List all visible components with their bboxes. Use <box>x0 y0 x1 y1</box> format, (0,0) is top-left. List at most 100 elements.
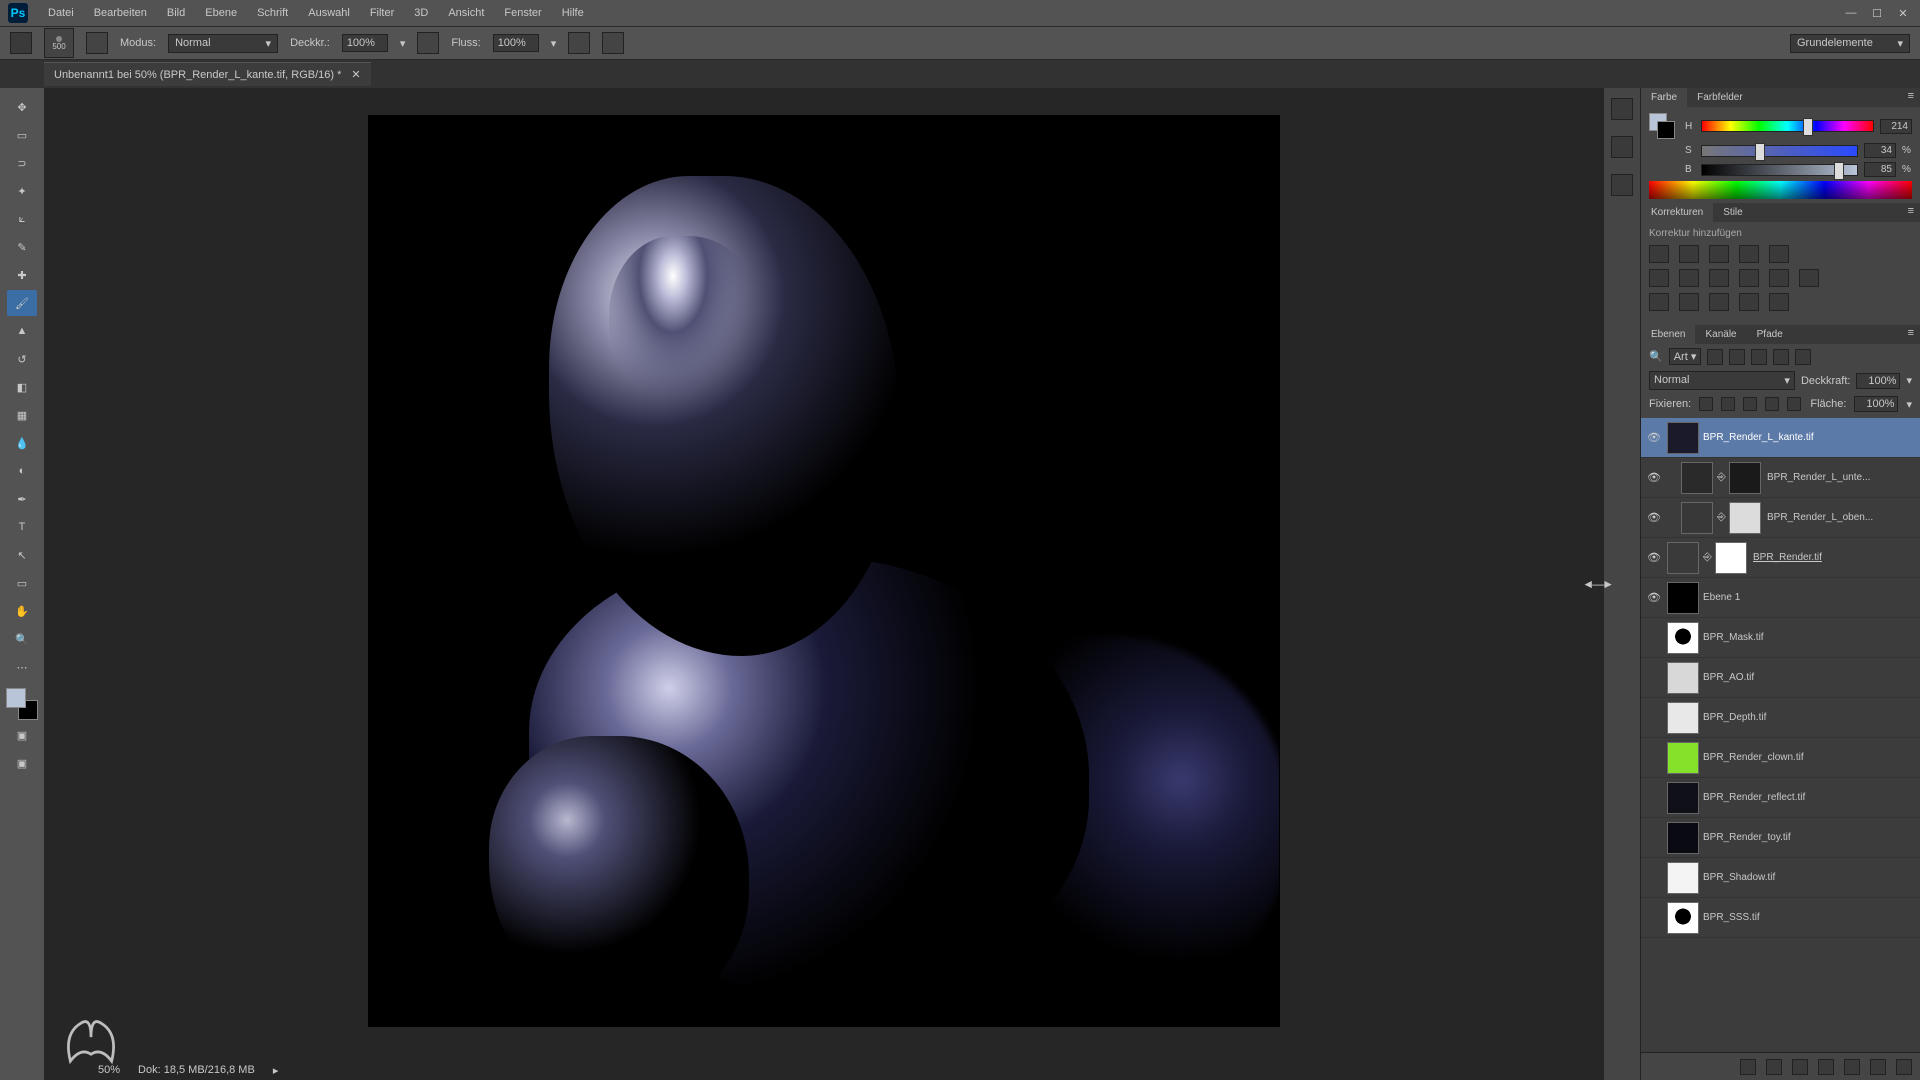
visibility-toggle[interactable] <box>1645 869 1663 887</box>
menu-bearbeiten[interactable]: Bearbeiten <box>84 3 157 23</box>
layer-filter-select[interactable]: Art ▾ <box>1669 348 1702 365</box>
posterize-icon[interactable] <box>1679 293 1699 311</box>
lock-pixels-icon[interactable] <box>1721 397 1735 411</box>
new-layer-icon[interactable] <box>1870 1059 1886 1075</box>
lock-all-icon[interactable] <box>1787 397 1801 411</box>
tab-kanaele[interactable]: Kanäle <box>1695 325 1746 344</box>
airbrush-toggle[interactable] <box>568 32 590 54</box>
layer-row[interactable]: BPR_AO.tif <box>1641 658 1920 698</box>
invert-icon[interactable] <box>1649 293 1669 311</box>
marquee-tool[interactable]: ▭ <box>7 122 37 148</box>
visibility-toggle[interactable] <box>1645 709 1663 727</box>
panel-menu-icon[interactable]: ≡ <box>1902 325 1920 344</box>
document-tab[interactable]: Unbenannt1 bei 50% (BPR_Render_L_kante.t… <box>44 62 371 86</box>
tab-farbe[interactable]: Farbe <box>1641 88 1687 107</box>
layer-row[interactable]: 👁⎆BPR_Render_L_oben... <box>1641 498 1920 538</box>
brush-preset-picker[interactable]: 500 <box>44 28 74 58</box>
lock-artboard-icon[interactable] <box>1765 397 1779 411</box>
tab-stile[interactable]: Stile <box>1713 203 1752 222</box>
status-arrow-icon[interactable]: ▸ <box>273 1064 279 1077</box>
link-layers-icon[interactable] <box>1740 1059 1756 1075</box>
document-canvas[interactable] <box>369 116 1279 1026</box>
layer-name[interactable]: BPR_Render_L_kante.tif <box>1703 432 1916 443</box>
layer-thumbnail[interactable] <box>1681 502 1713 534</box>
brightness-slider[interactable] <box>1701 164 1858 176</box>
menu-schrift[interactable]: Schrift <box>247 3 298 23</box>
panel-menu-icon[interactable]: ≡ <box>1902 203 1920 222</box>
crop-tool[interactable]: ⟀ <box>7 206 37 232</box>
layer-thumbnail[interactable] <box>1667 862 1699 894</box>
tab-farbfelder[interactable]: Farbfelder <box>1687 88 1753 107</box>
quick-mask-icon[interactable]: ▣ <box>7 722 37 748</box>
layer-name[interactable]: BPR_Render.tif <box>1753 552 1916 563</box>
layer-name[interactable]: BPR_Render_reflect.tif <box>1703 792 1916 803</box>
layer-name[interactable]: BPR_Render_clown.tif <box>1703 752 1916 763</box>
hand-tool[interactable]: ✋ <box>7 598 37 624</box>
visibility-toggle[interactable]: 👁 <box>1645 509 1663 527</box>
move-tool[interactable]: ✥ <box>7 94 37 120</box>
layer-name[interactable]: BPR_Mask.tif <box>1703 632 1916 643</box>
layer-mask-icon[interactable] <box>1792 1059 1808 1075</box>
hue-value[interactable]: 214 <box>1880 119 1912 134</box>
lock-transparency-icon[interactable] <box>1699 397 1713 411</box>
character-panel-icon[interactable] <box>1611 174 1633 196</box>
zoom-tool[interactable]: 🔍 <box>7 626 37 652</box>
path-tool[interactable]: ↖ <box>7 542 37 568</box>
saturation-slider[interactable] <box>1701 145 1858 157</box>
color-ramp[interactable] <box>1649 181 1912 199</box>
layer-thumbnail[interactable] <box>1667 542 1699 574</box>
selective-color-icon[interactable] <box>1769 293 1789 311</box>
visibility-toggle[interactable]: 👁 <box>1645 589 1663 607</box>
layer-row[interactable]: BPR_Render_reflect.tif <box>1641 778 1920 818</box>
channel-mixer-icon[interactable] <box>1769 269 1789 287</box>
menu-hilfe[interactable]: Hilfe <box>552 3 594 23</box>
visibility-toggle[interactable]: 👁 <box>1645 549 1663 567</box>
brightness-value[interactable]: 85 <box>1864 162 1896 177</box>
gradient-tool[interactable]: ▦ <box>7 402 37 428</box>
layer-thumbnail[interactable] <box>1681 462 1713 494</box>
layer-fill-input[interactable]: 100% <box>1854 396 1898 412</box>
menu-auswahl[interactable]: Auswahl <box>298 3 360 23</box>
layer-thumbnail[interactable] <box>1667 742 1699 774</box>
layer-name[interactable]: BPR_AO.tif <box>1703 672 1916 683</box>
visibility-toggle[interactable]: 👁 <box>1645 469 1663 487</box>
layer-row[interactable]: BPR_Shadow.tif <box>1641 858 1920 898</box>
brush-panel-toggle[interactable] <box>86 32 108 54</box>
filter-shape-icon[interactable] <box>1773 349 1789 365</box>
foreground-background-swatch[interactable] <box>6 688 38 720</box>
maximize-button[interactable]: ☐ <box>1868 4 1886 22</box>
menu-filter[interactable]: Filter <box>360 3 404 23</box>
layer-thumbnail[interactable] <box>1667 902 1699 934</box>
visibility-toggle[interactable] <box>1645 789 1663 807</box>
properties-panel-icon[interactable] <box>1611 136 1633 158</box>
layer-row[interactable]: 👁⎆BPR_Render.tif <box>1641 538 1920 578</box>
layer-row[interactable]: 👁⎆BPR_Render_L_unte... <box>1641 458 1920 498</box>
pen-tool[interactable]: ✒ <box>7 486 37 512</box>
adjustment-layer-icon[interactable] <box>1818 1059 1834 1075</box>
healing-tool[interactable]: ✚ <box>7 262 37 288</box>
color-swatches[interactable] <box>1649 113 1675 139</box>
visibility-toggle[interactable] <box>1645 669 1663 687</box>
layer-blend-mode[interactable]: Normal▾ <box>1649 371 1795 390</box>
type-tool[interactable]: T <box>7 514 37 540</box>
filter-smart-icon[interactable] <box>1795 349 1811 365</box>
layer-row[interactable]: BPR_Render_toy.tif <box>1641 818 1920 858</box>
layer-thumbnail[interactable] <box>1667 662 1699 694</box>
eyedropper-tool[interactable]: ✎ <box>7 234 37 260</box>
color-lookup-icon[interactable] <box>1799 269 1819 287</box>
color-balance-icon[interactable] <box>1679 269 1699 287</box>
tab-close-icon[interactable]: ✕ <box>351 68 360 81</box>
zoom-level[interactable]: 50% <box>98 1064 120 1076</box>
visibility-toggle[interactable]: 👁 <box>1645 429 1663 447</box>
screen-mode-icon[interactable]: ▣ <box>7 750 37 776</box>
layer-row[interactable]: BPR_SSS.tif <box>1641 898 1920 938</box>
pressure-opacity-toggle[interactable] <box>417 32 439 54</box>
menu-datei[interactable]: Datei <box>38 3 84 23</box>
hue-slider[interactable] <box>1701 120 1874 132</box>
brush-tool[interactable]: 🖌 <box>7 290 37 316</box>
tab-korrekturen[interactable]: Korrekturen <box>1641 203 1713 222</box>
flow-input[interactable]: 100% <box>493 34 539 52</box>
vibrance-icon[interactable] <box>1769 245 1789 263</box>
layer-row[interactable]: BPR_Render_clown.tif <box>1641 738 1920 778</box>
tab-ebenen[interactable]: Ebenen <box>1641 325 1695 344</box>
